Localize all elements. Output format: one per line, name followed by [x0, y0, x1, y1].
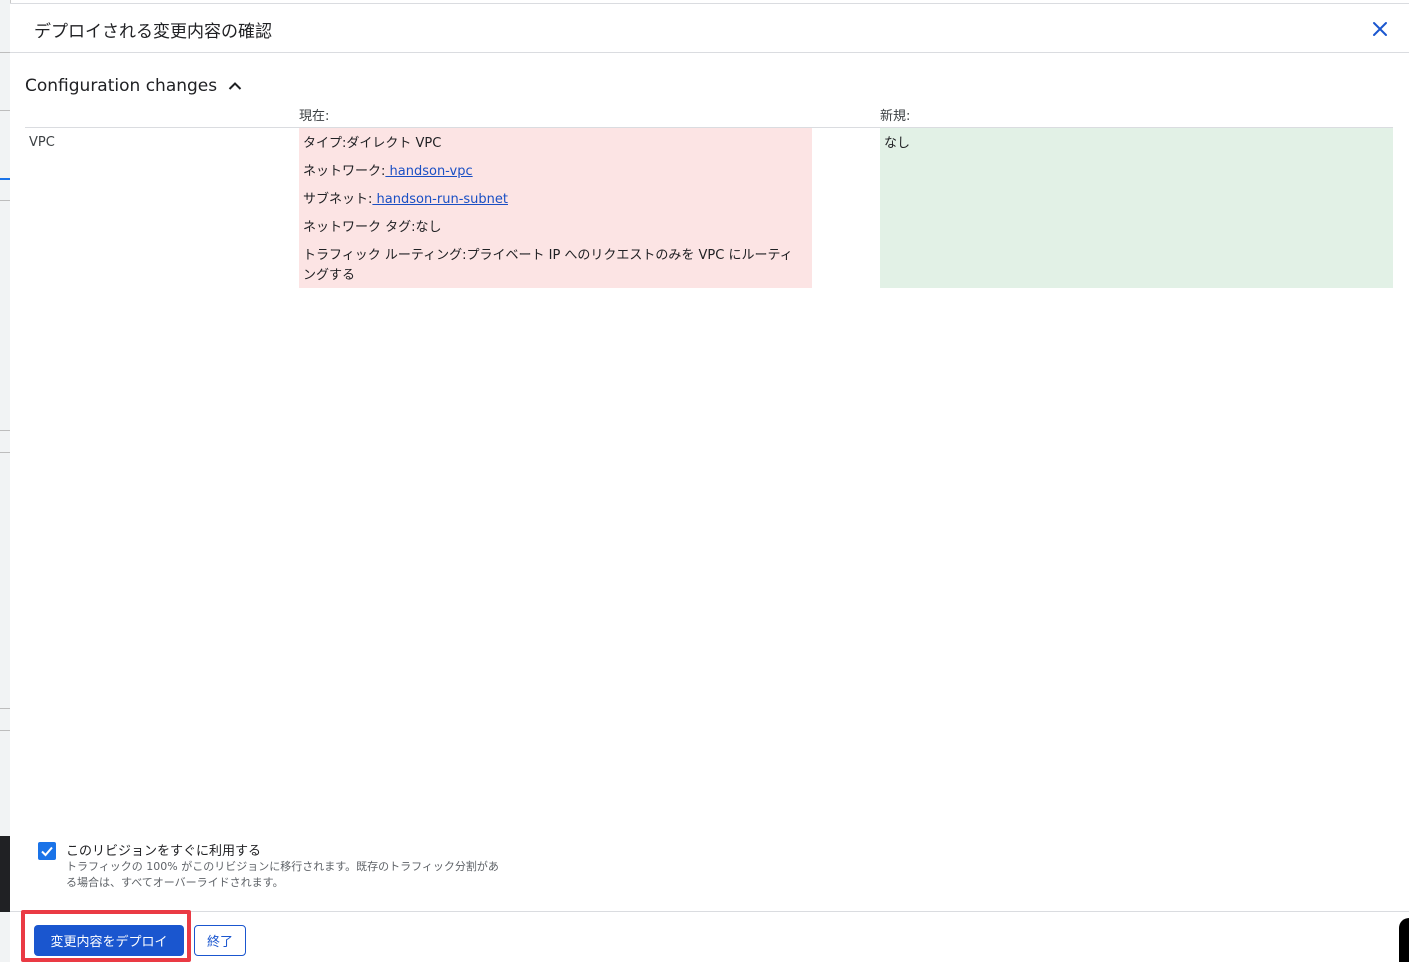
network-label: ネットワーク: [303, 164, 386, 179]
background-divider [0, 708, 10, 709]
screen-corner [1399, 918, 1409, 962]
section-title: Configuration changes [25, 76, 218, 96]
close-icon [1373, 22, 1387, 36]
dialog-title: デプロイされる変更内容の確認 [34, 22, 272, 42]
deploy-changes-button[interactable]: 変更内容をデプロイ [34, 925, 184, 956]
new-value-cell: なし [880, 128, 1393, 288]
background-divider [0, 52, 10, 53]
finish-button[interactable]: 終了 [194, 925, 246, 956]
configuration-changes-toggle[interactable]: Configuration changes [25, 74, 243, 98]
subnet-label: サブネット: [303, 192, 373, 207]
column-header-current: 現在: [299, 109, 330, 124]
background-divider [0, 730, 10, 731]
footer-divider [10, 911, 1409, 912]
subnet-link[interactable]: handson-run-subnet [372, 192, 508, 207]
current-traffic-routing: トラフィック ルーティング:プライベート IP へのリクエストのみを VPC に… [303, 248, 793, 283]
current-network-tags: ネットワーク タグ:なし [303, 220, 442, 235]
background-tab-indicator [0, 178, 10, 180]
row-label-vpc: VPC [29, 135, 55, 150]
background-divider [0, 200, 10, 201]
close-button[interactable] [1367, 16, 1393, 42]
checkmark-icon [41, 846, 53, 857]
current-network: ネットワーク: handson-vpc [303, 162, 808, 182]
new-value: なし [884, 136, 911, 151]
background-divider [0, 430, 10, 431]
column-header-new: 新規: [880, 109, 911, 124]
background-divider [0, 452, 10, 453]
dialog-header: デプロイされる変更内容の確認 [10, 4, 1409, 53]
current-type: タイプ:ダイレクト VPC [303, 136, 442, 151]
review-deploy-dialog: デプロイされる変更内容の確認 Configuration changes 現在:… [10, 3, 1409, 963]
network-link[interactable]: handson-vpc [385, 164, 473, 179]
background-panel [0, 836, 10, 912]
serve-immediately-checkbox[interactable] [38, 842, 56, 860]
chevron-up-icon [228, 82, 242, 90]
checkbox-help-text: トラフィックの 100% がこのリビジョンに移行されます。既存のトラフィック分割… [66, 860, 499, 889]
background-divider [0, 110, 10, 111]
checkbox-label: このリビジョンをすぐに利用する [66, 844, 262, 859]
current-subnet: サブネット: handson-run-subnet [303, 190, 808, 210]
current-value-cell: タイプ:ダイレクト VPC ネットワーク: handson-vpc サブネット:… [299, 128, 812, 288]
